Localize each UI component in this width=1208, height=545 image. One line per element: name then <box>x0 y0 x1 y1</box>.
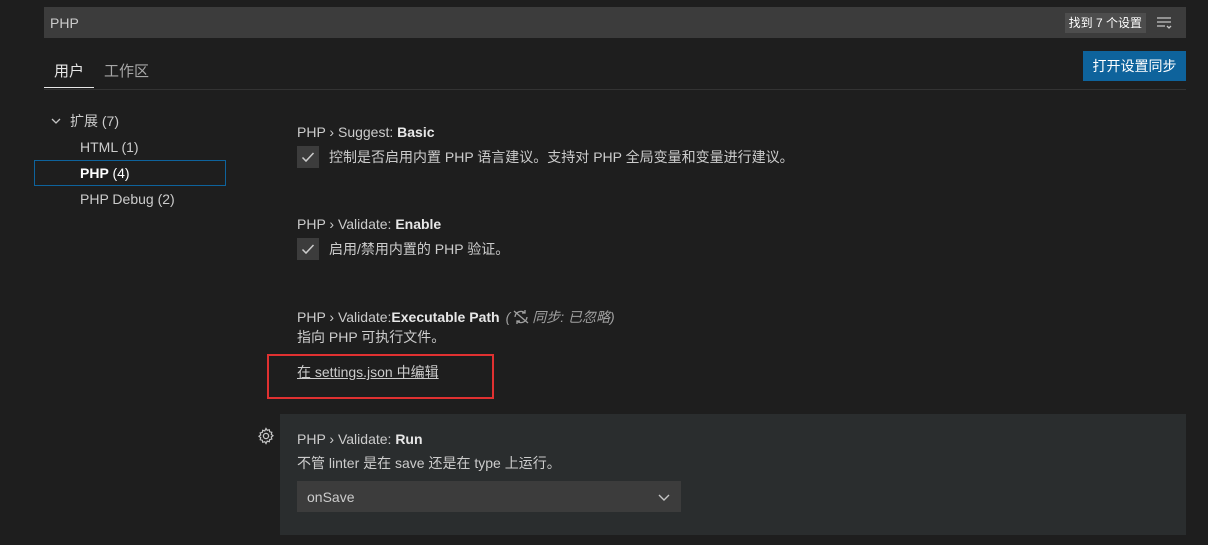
setting-description: 控制是否启用内置 PHP 语言建议。支持对 PHP 全局变量和变量进行建议。 <box>329 149 794 165</box>
setting-description: 不管 linter 是在 save 还是在 type 上运行。 <box>297 455 561 471</box>
setting-checkbox[interactable] <box>297 146 319 168</box>
sync-ignored-icon <box>513 310 529 324</box>
settings-search-input[interactable] <box>44 7 1065 38</box>
setting-title: PHP › Validate: Executable Path (同步: 已忽略… <box>297 309 615 325</box>
settings-toc: 扩展 (7) HTML (1) PHP (4) PHP Debug (2) <box>34 108 226 212</box>
setting-description: 指向 PHP 可执行文件。 <box>297 329 446 345</box>
check-icon <box>301 152 315 163</box>
toc-item-count: (1) <box>121 139 139 155</box>
setting-title: PHP › Suggest: Basic <box>297 124 435 140</box>
setting-title: PHP › Validate: Enable <box>297 216 442 232</box>
toc-item-label: PHP <box>80 165 109 181</box>
setting-php-suggest-basic: PHP › Suggest: Basic 控制是否启用内置 PHP 语言建议。支… <box>280 122 1186 168</box>
settings-scope-tabs: 用户 工作区 <box>44 52 159 88</box>
toc-item-html[interactable]: HTML (1) <box>34 134 226 160</box>
search-result-count: 找到 7 个设置 <box>1064 12 1146 33</box>
gear-icon[interactable] <box>257 427 275 445</box>
toc-item-label: HTML <box>80 139 118 155</box>
chevron-down-icon <box>658 494 670 501</box>
toc-group-count: (7) <box>101 113 120 129</box>
toc-item-php[interactable]: PHP (4) <box>34 160 226 186</box>
select-value: onSave <box>307 488 355 505</box>
chevron-down-icon <box>48 113 64 129</box>
toc-group-extensions[interactable]: 扩展 (7) <box>34 108 226 134</box>
header-divider <box>44 89 1186 90</box>
filter-icon[interactable] <box>1154 13 1174 33</box>
setting-title: PHP › Validate: Run <box>297 431 423 447</box>
open-settings-sync-button[interactable]: 打开设置同步 <box>1083 51 1186 81</box>
setting-php-validate-run: PHP › Validate: Run 不管 linter 是在 save 还是… <box>280 414 1186 535</box>
tab-user[interactable]: 用户 <box>44 52 95 88</box>
setting-description: 启用/禁用内置的 PHP 验证。 <box>329 241 510 257</box>
toc-item-php-debug[interactable]: PHP Debug (2) <box>34 186 226 212</box>
setting-php-validate-enable: PHP › Validate: Enable 启用/禁用内置的 PHP 验证。 <box>280 214 1186 260</box>
tab-workspace[interactable]: 工作区 <box>94 52 159 88</box>
run-mode-select[interactable]: onSave <box>297 481 681 512</box>
toc-item-count: (2) <box>157 191 175 207</box>
toc-item-label: PHP Debug <box>80 191 154 207</box>
setting-checkbox[interactable] <box>297 238 319 260</box>
check-icon <box>301 244 315 255</box>
highlight-annotation-box <box>267 354 494 399</box>
settings-search-bar: 找到 7 个设置 <box>44 7 1186 38</box>
toc-item-count: (4) <box>112 165 130 181</box>
sync-ignored-note: (同步: 已忽略) <box>505 309 615 325</box>
toc-group-label: 扩展 <box>70 113 98 129</box>
